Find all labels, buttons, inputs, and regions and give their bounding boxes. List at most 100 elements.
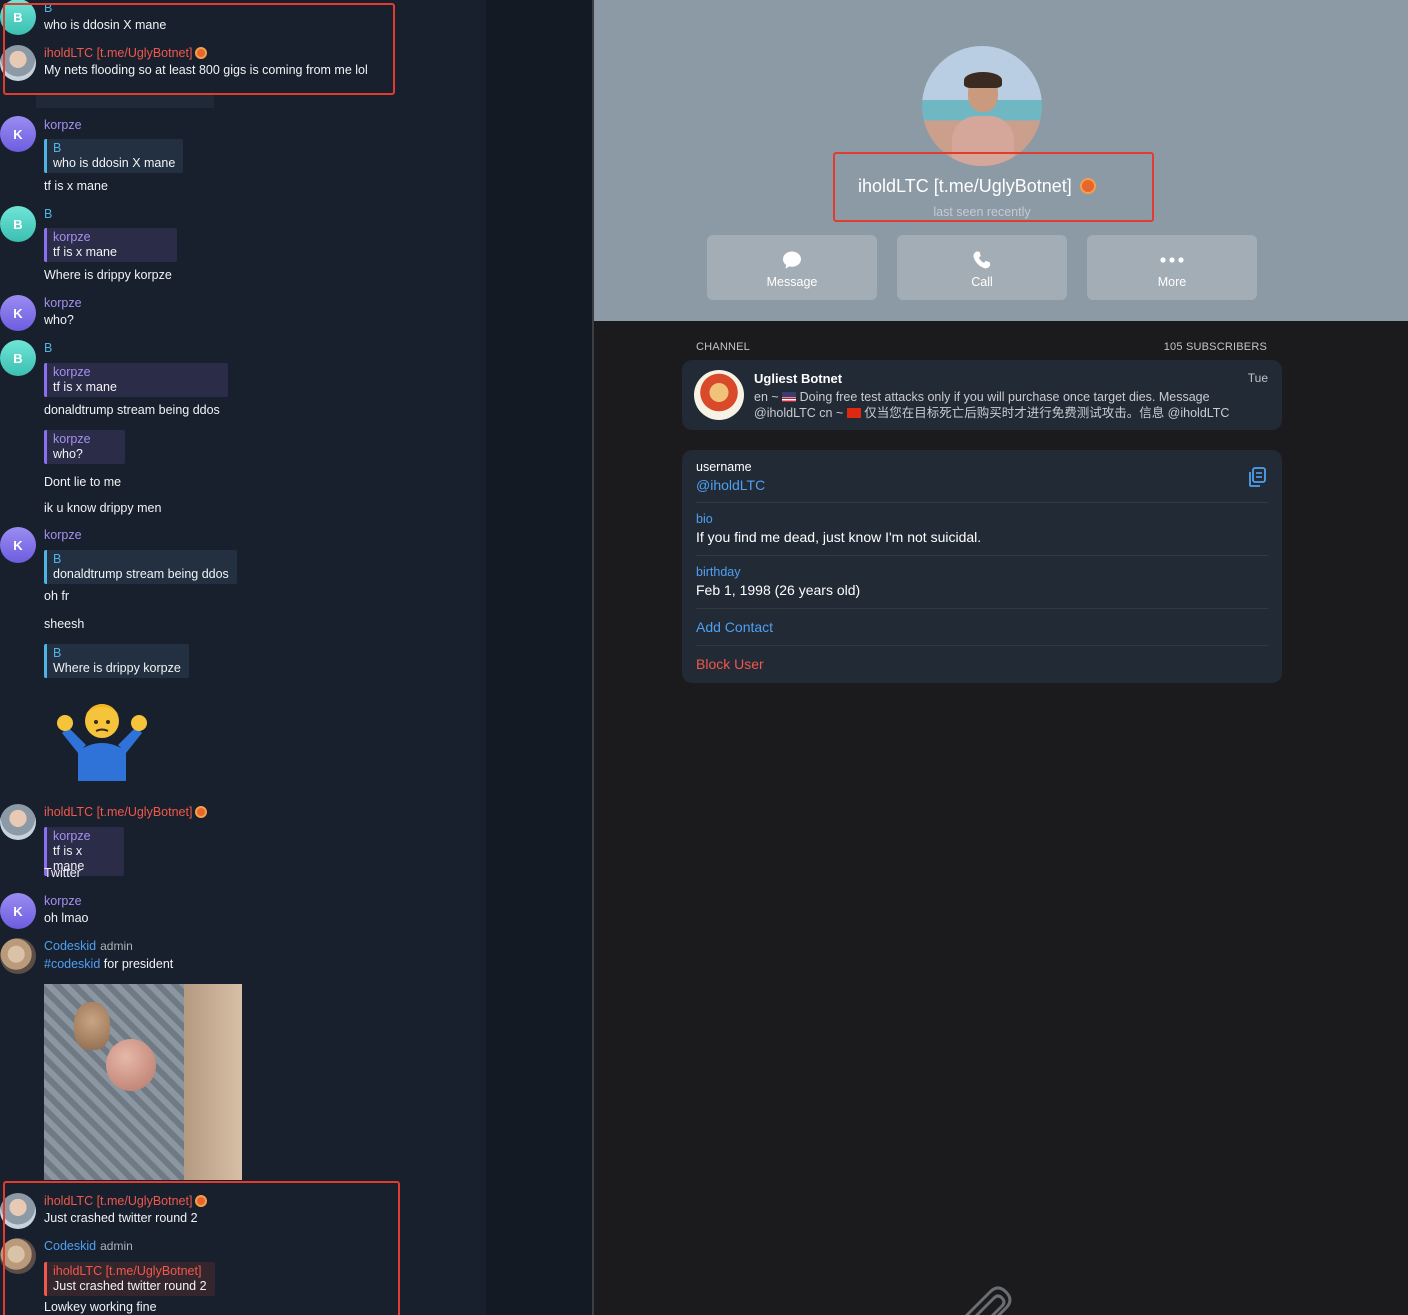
- reply-author: B: [53, 552, 62, 566]
- highlight-box: [3, 1181, 400, 1315]
- bio-label: bio: [696, 512, 713, 526]
- sender-name[interactable]: iholdLTC [t.me/UglyBotnet]: [44, 805, 208, 819]
- chat-panel: B B who is ddosin X mane iholdLTC [t.me/…: [0, 0, 486, 1315]
- divider: [696, 502, 1268, 503]
- avatar[interactable]: [0, 938, 36, 974]
- avatar[interactable]: K: [0, 295, 36, 331]
- paperclip-icon[interactable]: [956, 1284, 1016, 1315]
- reply-text: Where is drippy korpze: [53, 661, 181, 675]
- admin-badge: admin: [100, 939, 133, 953]
- reply-quote[interactable]: B donaldtrump stream being ddos: [44, 550, 237, 584]
- reply-author: korpze: [53, 829, 91, 843]
- subscriber-count: 105 SUBSCRIBERS: [1163, 341, 1267, 353]
- avatar[interactable]: K: [0, 116, 36, 152]
- channel-description: en ~ Doing free test attacks only if you…: [754, 390, 1230, 420]
- avatar[interactable]: [0, 804, 36, 840]
- message-button[interactable]: Message: [707, 235, 877, 300]
- gif-media[interactable]: [44, 984, 242, 1180]
- message-text: oh fr: [44, 589, 70, 603]
- username-row[interactable]: username @iholdLTC: [696, 460, 1268, 493]
- channel-title: Ugliest Botnet: [754, 371, 843, 386]
- channel-date: Tue: [1247, 371, 1268, 385]
- copy-icon[interactable]: [1246, 466, 1268, 488]
- avatar[interactable]: B: [0, 340, 36, 376]
- profile-avatar[interactable]: [922, 46, 1042, 166]
- gif-floor: [184, 984, 242, 1180]
- message-text: who?: [44, 313, 74, 327]
- message-text: Where is drippy korpze: [44, 268, 172, 282]
- sender-name[interactable]: korpze: [44, 118, 82, 132]
- avatar-hair: [964, 72, 1002, 88]
- sender-name[interactable]: korpze: [44, 894, 82, 908]
- call-button[interactable]: Call: [897, 235, 1067, 300]
- more-dots-icon: [1160, 257, 1184, 263]
- divider: [696, 608, 1268, 609]
- avatar[interactable]: K: [0, 527, 36, 563]
- divider: [696, 555, 1268, 556]
- add-contact-button[interactable]: Add Contact: [696, 619, 773, 635]
- message-button-label: Message: [766, 275, 818, 289]
- cn-flag-icon: [846, 408, 861, 418]
- sender-name[interactable]: B: [44, 207, 52, 221]
- block-user-button[interactable]: Block User: [696, 656, 764, 672]
- us-flag-icon: [782, 392, 797, 402]
- reply-quote[interactable]: korpze who?: [44, 430, 125, 464]
- highlight-box: [833, 152, 1154, 222]
- reply-quote[interactable]: B Where is drippy korpze: [44, 644, 189, 678]
- bio-row: bio If you find me dead, just know I'm n…: [696, 512, 1268, 545]
- username-label: username: [696, 460, 752, 474]
- channel-section-label: CHANNEL: [696, 341, 750, 353]
- reply-author: korpze: [53, 432, 91, 446]
- call-button-label: Call: [971, 275, 993, 289]
- reply-quote[interactable]: korpze tf is x mane: [44, 228, 177, 262]
- username-value[interactable]: @iholdLTC: [696, 477, 1268, 493]
- channel-card[interactable]: Ugliest Botnet Tue en ~ Doing free test …: [682, 360, 1282, 430]
- chat-bubble-icon: [783, 251, 801, 269]
- message-text: Twitter: [44, 866, 81, 880]
- message-text: tf is x mane: [44, 179, 108, 193]
- info-card: username @iholdLTC bio If you find me de…: [682, 450, 1282, 683]
- divider: [696, 645, 1268, 646]
- reply-text: tf is x mane: [53, 245, 117, 259]
- message-text: Dont lie to me: [44, 475, 122, 489]
- avatar[interactable]: K: [0, 893, 36, 929]
- phone-icon: [973, 251, 991, 269]
- reply-text: who?: [53, 447, 83, 461]
- channel-avatar: [694, 370, 744, 420]
- sender-name[interactable]: B: [44, 341, 52, 355]
- birthday-value: Feb 1, 1998 (26 years old): [696, 582, 861, 598]
- profile-panel: iholdLTC [t.me/UglyBotnet] last seen rec…: [594, 0, 1408, 1315]
- reply-quote[interactable]: B who is ddosin X mane: [44, 139, 184, 173]
- highlight-box: [3, 3, 395, 95]
- birthday-row: birthday Feb 1, 1998 (26 years old): [696, 565, 1268, 598]
- reply-text: tf is x mane: [53, 380, 117, 394]
- sender-name[interactable]: korpze: [44, 528, 82, 542]
- bio-value: If you find me dead, just know I'm not s…: [696, 529, 982, 545]
- premium-emoji-icon: [195, 806, 208, 818]
- message-text: #codeskid for president: [44, 957, 174, 971]
- more-button[interactable]: More: [1087, 235, 1257, 300]
- reply-text: who is ddosin X mane: [53, 156, 176, 170]
- app-window: B B who is ddosin X mane iholdLTC [t.me/…: [0, 0, 1408, 1315]
- sender-name[interactable]: korpze: [44, 296, 82, 310]
- gif-ball: [106, 1039, 156, 1091]
- reply-text: donaldtrump stream being ddos: [53, 567, 229, 581]
- hashtag-link[interactable]: #codeskid: [44, 957, 100, 971]
- reply-author: korpze: [53, 230, 91, 244]
- message-text: oh lmao: [44, 911, 89, 925]
- avatar[interactable]: B: [0, 206, 36, 242]
- date-separator: [36, 94, 214, 108]
- message-text: donaldtrump stream being ddos: [44, 403, 220, 417]
- chat-gutter: [486, 0, 592, 1315]
- reply-author: korpze: [53, 365, 91, 379]
- message-text: sheesh: [44, 617, 85, 631]
- reply-author: B: [53, 141, 62, 155]
- person-shrugging-icon[interactable]: [56, 695, 148, 781]
- more-button-label: More: [1157, 275, 1187, 289]
- sender-name[interactable]: Codeskid admin: [44, 939, 133, 953]
- gif-cat: [74, 1002, 110, 1050]
- reply-quote[interactable]: korpze tf is x mane: [44, 363, 228, 397]
- message-text: ik u know drippy men: [44, 501, 162, 515]
- birthday-label: birthday: [696, 565, 741, 579]
- profile-header: iholdLTC [t.me/UglyBotnet] last seen rec…: [594, 0, 1408, 321]
